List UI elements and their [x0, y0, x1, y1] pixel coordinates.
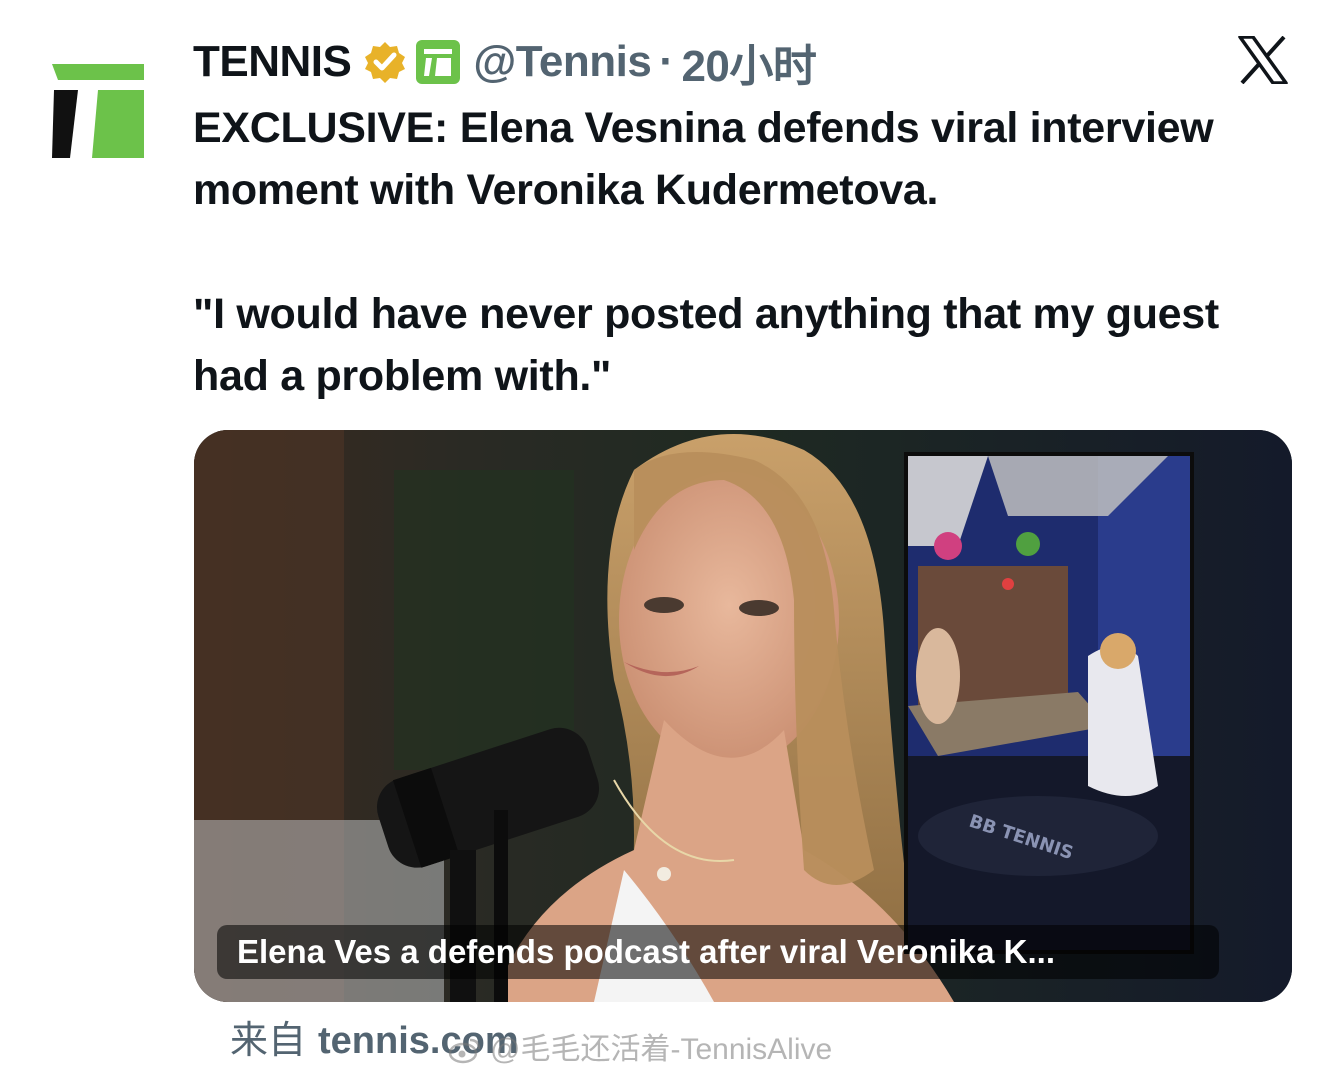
- account-handle[interactable]: @Tennis: [473, 37, 651, 87]
- x-logo-icon[interactable]: [1238, 35, 1288, 85]
- inset-studio-photo: BB TENNIS: [904, 452, 1194, 954]
- verified-badge-icon: [363, 40, 407, 84]
- separator-dot: ·: [659, 37, 674, 86]
- tennis-channel-logo-icon: [52, 64, 144, 158]
- watermark-text: @毛毛还活着-TennisAlive: [490, 1033, 833, 1066]
- tweet-text: EXCLUSIVE: Elena Vesnina defends viral i…: [193, 97, 1303, 407]
- display-name[interactable]: TENNIS: [193, 37, 352, 87]
- tweet-paragraph-headline: EXCLUSIVE: Elena Vesnina defends viral i…: [193, 104, 1214, 214]
- timestamp[interactable]: 20小时: [681, 30, 816, 94]
- weibo-watermark: @毛毛还活着-TennisAlive: [448, 1030, 832, 1070]
- account-avatar[interactable]: [52, 64, 144, 158]
- weibo-logo-icon: [448, 1038, 481, 1064]
- source-prefix: 来自: [230, 1020, 307, 1062]
- link-card-image[interactable]: BB TENNIS Elena Ves a defends podcast af…: [194, 430, 1292, 1002]
- tweet-paragraph-quote: "I would have never posted anything that…: [193, 290, 1219, 400]
- link-card-title[interactable]: Elena Ves a defends podcast after viral …: [217, 925, 1219, 979]
- tennis-affiliate-badge-icon: [415, 39, 461, 85]
- tweet-header: TENNIS @Tennis · 20小时: [193, 34, 817, 91]
